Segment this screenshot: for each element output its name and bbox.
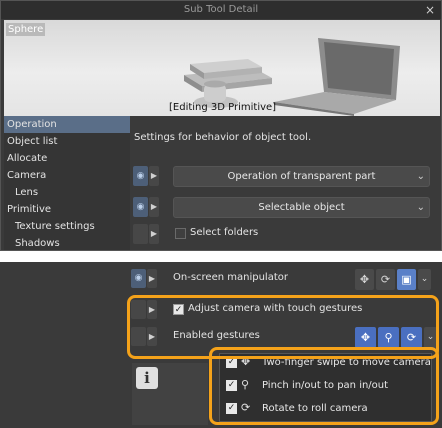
move-arrows-icon[interactable]: ✥ (355, 269, 374, 290)
selectable-object-value: Selectable object (258, 202, 345, 213)
select-folders-checkbox[interactable] (175, 228, 186, 239)
chevron-down-icon: ⌄ (416, 171, 425, 182)
transparent-part-dropdown[interactable]: Operation of transparent part ⌄ (173, 166, 430, 187)
chevron-down-icon: ⌄ (416, 202, 425, 213)
transparent-part-value: Operation of transparent part (227, 171, 376, 182)
expand-arrow-icon[interactable]: ▶ (149, 197, 159, 217)
two-finger-swipe-icon: ✥ (241, 355, 251, 368)
scale-box-icon[interactable]: ▣ (397, 269, 416, 290)
gesture-checkbox[interactable]: ✓ (226, 403, 237, 414)
adjust-camera-label: Adjust camera with touch gestures (188, 303, 363, 314)
select-folders-label: Select folders (190, 227, 259, 238)
sub-tool-detail-window: Sub Tool Detail × Sphere [Editing 3D Pri… (0, 0, 442, 251)
pinch-icon: ⚲ (241, 378, 250, 391)
gesture-option-pinch[interactable]: ✓ ⚲ Pinch in/out to pan in/out (226, 377, 431, 395)
two-finger-swipe-icon[interactable]: ✥ (355, 327, 376, 348)
rotate-icon: ⟳ (241, 401, 251, 414)
row-adjust-camera: ▶ ✓ Adjust camera with touch gestures (129, 297, 442, 321)
gesture-option-two-finger-swipe[interactable]: ✓ ✥ Two-finger swipe to move camera (226, 354, 431, 372)
visibility-toggle-blank[interactable] (133, 224, 148, 244)
row-selectable-object: ◉ ▶ Selectable object ⌄ (131, 195, 441, 218)
row-select-folders: ▶ Select folders (131, 222, 441, 244)
preview-area: Sphere [Editing 3D Primitive] (4, 20, 440, 116)
row-transparent-part: ◉ ▶ Operation of transparent part ⌄ (131, 164, 441, 187)
chevron-down-icon[interactable]: ⌄ (424, 327, 437, 348)
window-title: Sub Tool Detail (183, 4, 259, 15)
lower-sidebar-area (0, 262, 128, 428)
expand-arrow-icon[interactable]: ▶ (147, 300, 157, 319)
gesture-checkbox[interactable]: ✓ (226, 357, 237, 368)
rotate-icon[interactable]: ⟳ (401, 327, 422, 348)
eye-icon[interactable]: ◉ (133, 197, 148, 217)
category-sidebar: Operation Object list Allocate Camera Le… (4, 116, 130, 250)
info-panel: i (132, 363, 208, 425)
gesture-option-label: Two-finger swipe to move camera (262, 357, 431, 368)
onscreen-manipulator-label: On-screen manipulator (173, 272, 288, 283)
enabled-gestures-popup: ✓ ✥ Two-finger swipe to move camera ✓ ⚲ … (219, 353, 432, 422)
info-icon: i (136, 367, 158, 389)
gesture-option-label: Rotate to roll camera (262, 403, 368, 414)
window-titlebar: Sub Tool Detail × (1, 1, 441, 19)
adjust-camera-checkbox[interactable]: ✓ (173, 304, 184, 315)
gesture-option-label: Pinch in/out to pan in/out (262, 380, 389, 391)
row-onscreen-manipulator: ◉ ▶ On-screen manipulator ✥ ⟳ ▣ ⌄ (129, 266, 442, 290)
rotate-arrows-icon[interactable]: ⟳ (376, 269, 395, 290)
sidebar-item-camera[interactable]: Camera (4, 167, 130, 184)
expand-arrow-icon[interactable]: ▶ (147, 269, 157, 288)
enabled-gestures-label: Enabled gestures (173, 330, 260, 341)
sidebar-item-primitive[interactable]: Primitive (4, 201, 130, 218)
sidebar-item-allocate[interactable]: Allocate (4, 150, 130, 167)
row-enabled-gestures: ▶ Enabled gestures ✥ ⚲ ⟳ ⌄ (129, 324, 442, 348)
expand-arrow-icon[interactable]: ▶ (147, 327, 157, 346)
expand-arrow-icon[interactable]: ▶ (149, 224, 159, 244)
selectable-object-dropdown[interactable]: Selectable object ⌄ (173, 197, 430, 218)
visibility-toggle-blank[interactable] (131, 327, 146, 346)
gesture-buttons: ✥ ⚲ ⟳ ⌄ (355, 327, 437, 348)
gesture-checkbox[interactable]: ✓ (226, 380, 237, 391)
settings-content: Settings for behavior of object tool. ◉ … (131, 116, 441, 250)
manipulator-buttons: ✥ ⟳ ▣ ⌄ (355, 269, 431, 290)
visibility-toggle-blank[interactable] (131, 300, 146, 319)
expand-arrow-icon[interactable]: ▶ (149, 166, 159, 186)
sidebar-item-texture-settings[interactable]: Texture settings (4, 218, 130, 235)
pinch-icon[interactable]: ⚲ (378, 327, 399, 348)
gesture-option-rotate[interactable]: ✓ ⟳ Rotate to roll camera (226, 400, 431, 418)
settings-description: Settings for behavior of object tool. (134, 132, 312, 143)
sidebar-item-object-list[interactable]: Object list (4, 133, 130, 150)
close-icon[interactable]: × (425, 1, 435, 19)
sidebar-item-operation[interactable]: Operation (4, 116, 130, 133)
sidebar-item-shadows[interactable]: Shadows (4, 235, 130, 252)
eye-icon[interactable]: ◉ (133, 166, 148, 186)
chevron-down-icon[interactable]: ⌄ (418, 269, 431, 290)
editing-status-label: [Editing 3D Primitive] (169, 102, 277, 113)
eye-icon[interactable]: ◉ (131, 269, 146, 288)
sidebar-item-lens[interactable]: Lens (4, 184, 130, 201)
subtool-name-tag: Sphere (6, 23, 46, 36)
